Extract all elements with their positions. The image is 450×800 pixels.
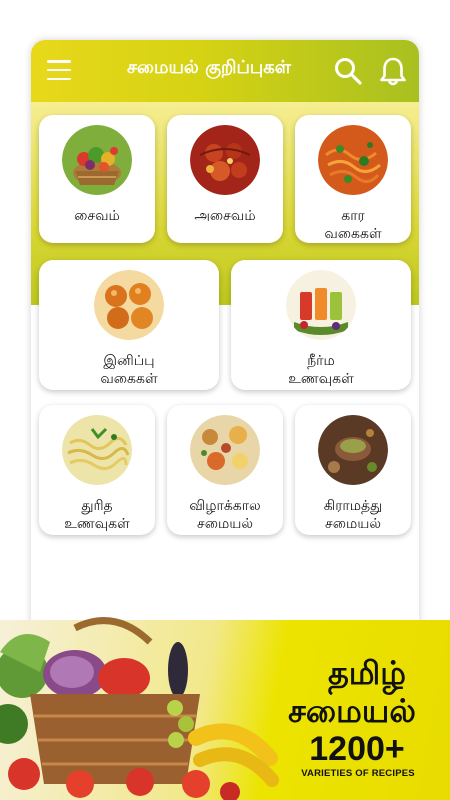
category-card-liquid[interactable]: நீர்ம உணவுகள்	[231, 260, 411, 390]
meat-curry-image	[190, 125, 260, 195]
category-card-nonveg[interactable]: அசைவம்	[167, 115, 283, 243]
category-card-fastfood[interactable]: துரித உணவுகள்	[39, 405, 155, 535]
category-label: கார வகைகள்	[324, 208, 382, 242]
village-cooking-image	[318, 415, 388, 485]
app-bar: சமையல் குறிப்புகள்	[31, 40, 419, 102]
promo-title-line1: தமிழ்	[327, 654, 407, 692]
spicy-noodles-image	[318, 125, 388, 195]
sweets-image	[94, 270, 164, 340]
category-card-village[interactable]: கிராமத்து சமையல்	[295, 405, 411, 535]
promo-recipe-count: 1200+	[309, 730, 405, 768]
app-title: சமையல் குறிப்புகள்	[126, 57, 292, 78]
bell-icon[interactable]	[379, 56, 407, 86]
vegetable-basket-image	[62, 125, 132, 195]
app-window: சமையல் குறிப்புகள் சைவம் அசைவம் கார வகைக…	[31, 40, 419, 640]
category-label: அசைவம்	[194, 208, 256, 224]
vegetable-basket-illustration	[0, 617, 279, 800]
category-card-spicy[interactable]: கார வகைகள்	[295, 115, 411, 243]
search-icon[interactable]	[333, 56, 363, 86]
noodles-image	[62, 415, 132, 485]
category-card-festival[interactable]: விழாக்கால சமையல்	[167, 405, 283, 535]
category-label: நீர்ம உணவுகள்	[288, 353, 354, 387]
category-label: துரித உணவுகள்	[64, 498, 130, 532]
category-label: கிராமத்து சமையல்	[323, 498, 383, 532]
festival-feast-image	[190, 415, 260, 485]
category-label: சைவம்	[74, 208, 120, 224]
promo-subtitle: VARIETIES OF RECIPES	[301, 768, 415, 779]
juices-image	[286, 270, 356, 340]
category-card-veg[interactable]: சைவம்	[39, 115, 155, 243]
category-label: இனிப்பு வகைகள்	[100, 353, 158, 387]
hamburger-menu-icon[interactable]	[47, 60, 71, 80]
promo-title-line2: சமையல்	[288, 692, 416, 730]
category-card-sweets[interactable]: இனிப்பு வகைகள்	[39, 260, 219, 390]
category-label: விழாக்கால சமையல்	[189, 498, 261, 532]
